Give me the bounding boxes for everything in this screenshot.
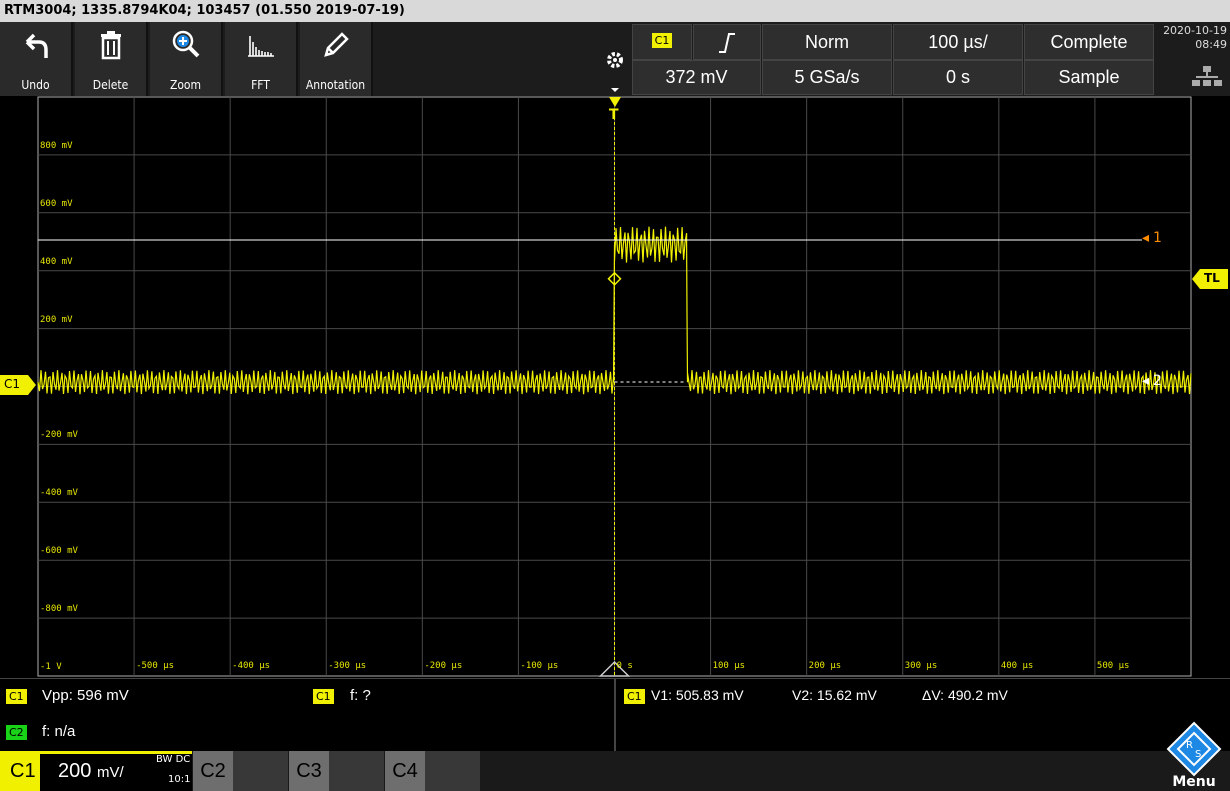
trigger-source-button[interactable]: C1	[632, 24, 692, 60]
x-tick-label: 200 µs	[808, 661, 842, 671]
vpp-readout[interactable]: Vpp: 596 mV	[42, 687, 129, 704]
y-tick-label: -800 mV	[40, 604, 78, 615]
zoom-icon	[172, 30, 199, 58]
cursor-1-marker[interactable]: ◂ 1	[1142, 230, 1164, 248]
cursor-delta-readout: ΔV: 490.2 mV	[922, 687, 1008, 703]
annotation-button[interactable]: Annotation	[300, 22, 373, 96]
delete-button[interactable]: Delete	[75, 22, 148, 96]
menu-button[interactable]: R S Menu	[1158, 721, 1230, 791]
channel-1-tab[interactable]: C1	[0, 751, 40, 791]
sample-rate-button[interactable]: 5 GSa/s	[762, 60, 892, 95]
svg-text:R: R	[1186, 740, 1193, 751]
timebase-button[interactable]: 100 µs/	[893, 24, 1023, 60]
trigger-slope-button[interactable]	[693, 24, 761, 60]
trigger-position-marker[interactable]: T	[607, 97, 623, 125]
cursor-v1-readout: V1: 505.83 mV	[651, 687, 744, 703]
x-tick-label: 500 µs	[1096, 661, 1130, 671]
rs-logo-icon: R S	[1166, 721, 1222, 777]
annotation-label: Annotation	[305, 78, 366, 92]
x-tick-label: 100 µs	[712, 661, 746, 671]
trigger-source-chip: C1	[651, 33, 673, 48]
svg-text:S: S	[1195, 749, 1201, 760]
ch1-bandwidth-coupling: BW DC	[156, 754, 191, 765]
trash-icon	[100, 31, 121, 60]
time-text: 08:49	[1195, 38, 1227, 51]
gear-icon	[607, 52, 623, 92]
clock: 2020-10-19 08:49	[1155, 24, 1227, 52]
cursor-2-arrow: ◂	[1142, 373, 1150, 389]
panel-divider	[614, 679, 616, 752]
trigger-level-button[interactable]: 372 mV	[632, 60, 761, 95]
acquisition-state-button[interactable]: Complete	[1024, 24, 1154, 60]
waveform-display[interactable]	[0, 96, 1230, 678]
ch1-probe-ratio: 10:1	[168, 774, 191, 785]
x-tick-label: -300 µs	[328, 661, 367, 671]
meas-vpp-chip: C1	[6, 689, 27, 704]
undo-icon	[25, 33, 48, 58]
channel-4-tab[interactable]: C4	[385, 751, 480, 791]
fft-label: FFT	[251, 78, 270, 92]
horizontal-position-button[interactable]: 0 s	[893, 60, 1023, 95]
cursor-v2-readout: V2: 15.62 mV	[792, 687, 877, 703]
x-tick-label: -400 µs	[232, 661, 271, 671]
cursor-2-label: 2	[1153, 373, 1162, 389]
pen-icon	[323, 32, 349, 57]
y-tick-label: -400 mV	[40, 488, 78, 499]
y-tick-label: 800 mV	[40, 140, 73, 151]
ch2-frequency-readout[interactable]: f: n/a	[42, 723, 75, 740]
undo-label: Undo	[21, 78, 50, 92]
delete-label: Delete	[92, 78, 129, 92]
trigger-mode-button[interactable]: Norm	[762, 24, 892, 60]
y-tick-label: -1 V	[40, 662, 62, 672]
y-tick-label: 600 mV	[40, 198, 73, 209]
fft-icon	[247, 36, 274, 57]
trigger-level-marker[interactable]: TL	[1192, 269, 1228, 289]
channel-3-label: C3	[289, 751, 329, 791]
channel-2-label: C2	[193, 751, 233, 791]
ch1-scale-unit: mV/	[97, 764, 124, 781]
acquisition-mode-button[interactable]: Sample	[1024, 60, 1154, 95]
cursor-1-arrow: ◂	[1142, 230, 1150, 246]
ch1-offset-marker[interactable]: C1	[0, 375, 36, 395]
x-tick-label: -100 µs	[520, 661, 559, 671]
date-text: 2020-10-19	[1163, 24, 1227, 37]
fft-button[interactable]: FFT	[225, 22, 298, 96]
zoom-button[interactable]: Zoom	[150, 22, 223, 96]
title-bar: RTM3004; 1335.8794K04; 103457 (01.550 20…	[0, 0, 1230, 22]
y-tick-label: 200 mV	[40, 314, 73, 325]
zoom-label: Zoom	[169, 78, 202, 92]
measurement-panel: C1 Vpp: 596 mV C1 f: ? C2 f: n/a C1 V1: …	[0, 678, 1230, 752]
y-tick-label: -600 mV	[40, 546, 78, 557]
cursor-2-marker[interactable]: ◂ 2	[1142, 373, 1164, 391]
x-tick-label: 300 µs	[904, 661, 938, 671]
network-icon	[1192, 66, 1222, 86]
undo-button[interactable]: Undo	[0, 22, 73, 96]
x-tick-label: -500 µs	[136, 661, 175, 671]
x-tick-label: 0 s	[616, 661, 633, 671]
channel-1-settings[interactable]: 200 mV/ BW DC 10:1	[40, 751, 192, 791]
ch1-scale: 200	[58, 760, 92, 782]
menu-label: Menu	[1172, 774, 1216, 790]
cursor-source-chip: C1	[624, 689, 645, 704]
x-tick-label: 400 µs	[1000, 661, 1034, 671]
channel-bar: C1 200 mV/ BW DC 10:1 C2 C3 C4 R S Menu	[0, 721, 1230, 791]
settings-button[interactable]	[600, 26, 630, 96]
channel-4-label: C4	[385, 751, 425, 791]
cursor-1-label: 1	[1153, 230, 1162, 246]
channel-2-tab[interactable]: C2	[193, 751, 288, 791]
frequency-readout[interactable]: f: ?	[350, 687, 371, 704]
channel-3-tab[interactable]: C3	[289, 751, 384, 791]
y-tick-label: -200 mV	[40, 430, 78, 441]
meas-freq-chip: C1	[313, 689, 334, 704]
x-tick-label: -200 µs	[424, 661, 463, 671]
ch1-marker-label: C1	[4, 377, 21, 391]
trigger-marker-label: T	[609, 107, 619, 123]
y-tick-label: 400 mV	[40, 256, 73, 267]
meas-ch2-chip: C2	[6, 725, 27, 740]
rising-edge-icon	[719, 33, 735, 53]
trigger-level-label: TL	[1204, 271, 1220, 285]
